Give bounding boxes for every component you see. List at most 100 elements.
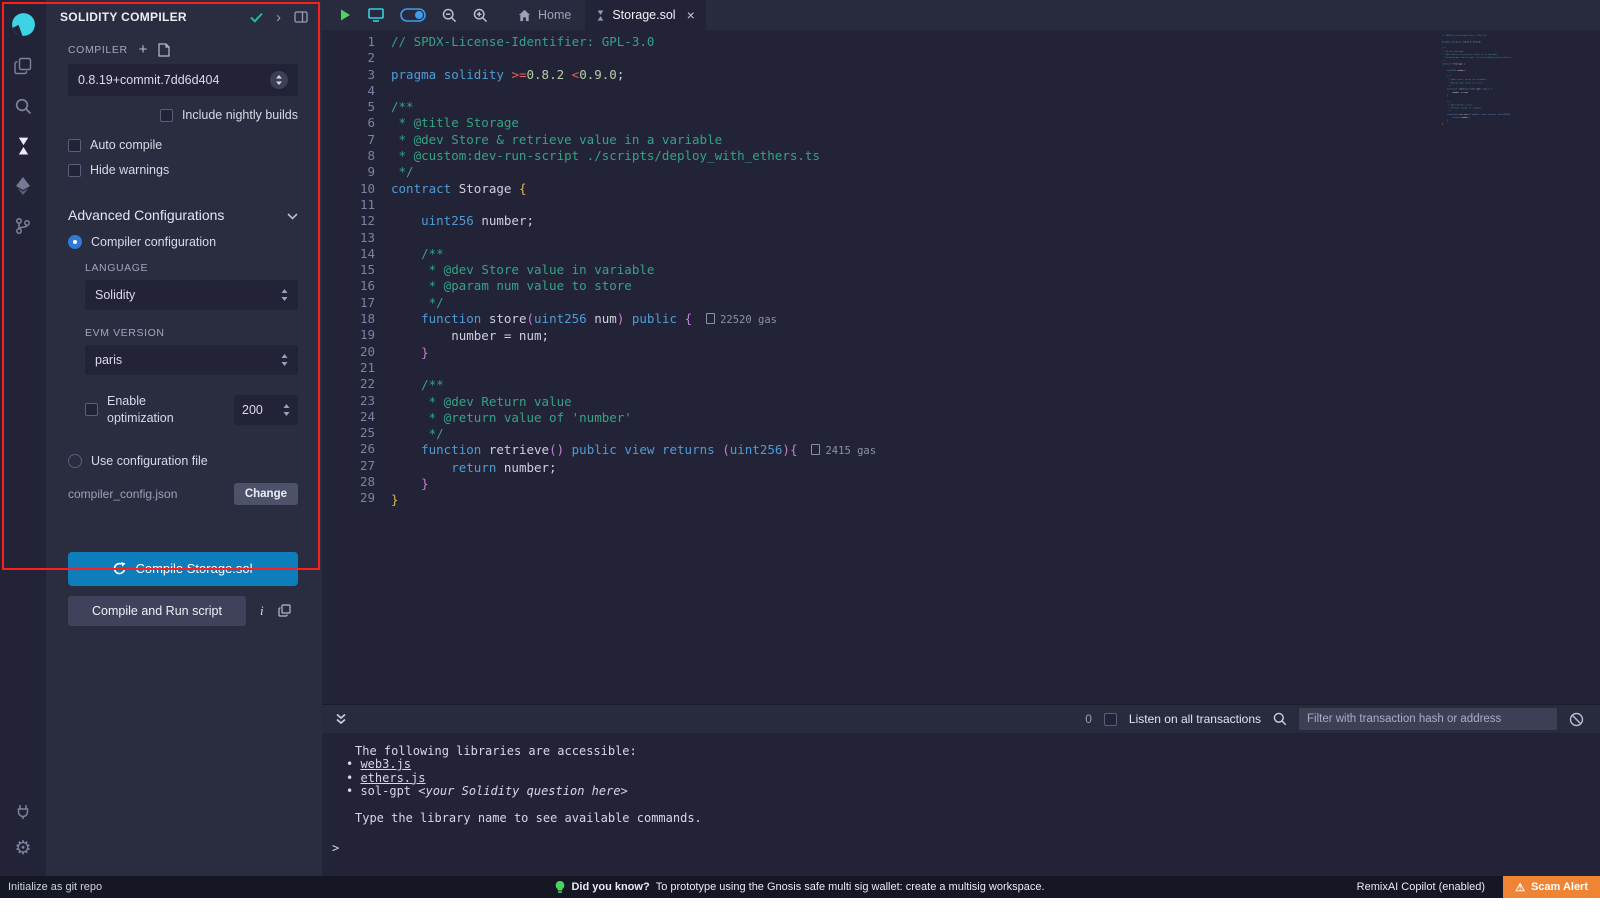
use-configuration-file-row: Use configuration file bbox=[68, 454, 298, 468]
publish-monitor-icon[interactable] bbox=[368, 8, 384, 22]
optimization-row: Enable optimization 200 bbox=[85, 393, 298, 427]
warning-icon: ⚠ bbox=[1515, 881, 1525, 894]
evm-version-value: paris bbox=[95, 353, 122, 367]
include-nightly-row: Include nightly builds bbox=[68, 108, 298, 122]
terminal-output[interactable]: The following libraries are accessible: … bbox=[322, 733, 1600, 876]
spinner-carets-icon bbox=[283, 404, 290, 416]
clear-console-icon[interactable] bbox=[1569, 712, 1584, 727]
icon-sidebar: ⚙ bbox=[0, 0, 46, 876]
use-configuration-file-radio[interactable] bbox=[68, 454, 82, 468]
close-tab-icon[interactable]: × bbox=[687, 8, 695, 22]
plugin-manager-icon[interactable] bbox=[0, 794, 46, 830]
page-bottom-margin bbox=[0, 898, 1600, 916]
enable-optimization-checkbox[interactable] bbox=[85, 403, 98, 416]
select-carets-icon bbox=[281, 289, 288, 301]
zoom-in-icon[interactable] bbox=[473, 8, 488, 23]
compile-success-check-icon bbox=[250, 12, 263, 23]
evm-version-select[interactable]: paris bbox=[85, 345, 298, 375]
add-compiler-icon[interactable]: + bbox=[139, 42, 148, 57]
listen-transactions-checkbox[interactable] bbox=[1104, 713, 1117, 726]
transaction-count-badge: 0 bbox=[1085, 712, 1092, 726]
git-icon[interactable] bbox=[0, 206, 46, 246]
info-icon[interactable]: i bbox=[260, 603, 264, 619]
hide-warnings-checkbox[interactable] bbox=[68, 164, 81, 177]
transaction-filter-input[interactable] bbox=[1299, 708, 1557, 730]
compile-run-row: Compile and Run script i bbox=[68, 596, 298, 626]
auto-compile-row: Auto compile bbox=[68, 138, 298, 152]
status-bar: Initialize as git repo Did you know? To … bbox=[0, 876, 1600, 898]
run-controls bbox=[322, 0, 504, 30]
refresh-icon bbox=[113, 562, 126, 575]
did-you-know-label: Did you know? bbox=[571, 881, 649, 893]
compile-and-run-button[interactable]: Compile and Run script bbox=[68, 596, 246, 626]
compiler-version-value: 0.8.19+commit.7dd6d404 bbox=[78, 73, 219, 87]
solidity-compiler-panel: SOLIDITY COMPILER › COMPILER + 0.8.19+co… bbox=[46, 0, 322, 876]
compile-button[interactable]: Compile Storage.sol bbox=[68, 552, 298, 586]
language-select[interactable]: Solidity bbox=[85, 280, 298, 310]
hide-warnings-label: Hide warnings bbox=[90, 163, 169, 177]
change-config-button[interactable]: Change bbox=[234, 483, 298, 505]
editor-code[interactable]: // SPDX-License-Identifier: GPL-3.0 prag… bbox=[391, 34, 1430, 509]
web3js-link[interactable]: web3.js bbox=[360, 757, 411, 771]
home-icon bbox=[518, 9, 531, 22]
compiler-section-label: COMPILER bbox=[68, 44, 128, 56]
auto-compile-checkbox[interactable] bbox=[68, 139, 81, 152]
panel-header: SOLIDITY COMPILER › bbox=[46, 0, 322, 34]
run-script-icon[interactable] bbox=[338, 8, 352, 22]
listen-transactions-label: Listen on all transactions bbox=[1129, 712, 1261, 726]
terminal-line: Type the library name to see available c… bbox=[355, 812, 1600, 825]
terminal-prompt[interactable]: > bbox=[332, 842, 1600, 855]
include-nightly-label: Include nightly builds bbox=[182, 108, 298, 122]
file-explorer-icon[interactable] bbox=[0, 46, 46, 86]
did-you-know-text: To prototype using the Gnosis safe multi… bbox=[656, 881, 1045, 893]
chevron-right-icon[interactable]: › bbox=[276, 10, 281, 25]
expand-terminal-icon[interactable] bbox=[332, 713, 348, 725]
search-icon[interactable] bbox=[0, 86, 46, 126]
solidity-compiler-icon[interactable] bbox=[0, 126, 46, 166]
pin-panel-icon[interactable] bbox=[294, 11, 308, 23]
open-file-icon[interactable] bbox=[158, 43, 170, 57]
panel-title: SOLIDITY COMPILER bbox=[60, 10, 237, 24]
terminal-toolbar-right: 0 Listen on all transactions bbox=[1085, 708, 1590, 730]
lightbulb-icon bbox=[555, 881, 565, 894]
toggle-switch-icon[interactable] bbox=[400, 8, 426, 22]
terminal-search-icon[interactable] bbox=[1273, 712, 1287, 726]
tab-home[interactable]: Home bbox=[504, 0, 585, 30]
version-stepper-icon[interactable] bbox=[270, 71, 288, 89]
tab-storage-sol-label: Storage.sol bbox=[612, 8, 675, 22]
solidity-file-icon bbox=[596, 9, 605, 22]
editor-gutter: 1234567891011121314151617181920212223242… bbox=[322, 34, 375, 507]
copy-icon[interactable] bbox=[278, 604, 291, 617]
terminal-toolbar: 0 Listen on all transactions bbox=[322, 704, 1600, 733]
solgpt-hint: <your Solidity question here> bbox=[418, 784, 628, 798]
compiler-section: COMPILER + bbox=[68, 42, 298, 57]
compiler-configuration-radio[interactable] bbox=[68, 235, 82, 249]
status-bar-right: RemixAI Copilot (enabled) ⚠ Scam Alert bbox=[1357, 876, 1600, 898]
terminal-line: web3.js bbox=[346, 758, 1600, 771]
tab-storage-sol[interactable]: Storage.sol × bbox=[585, 0, 705, 30]
language-value: Solidity bbox=[95, 288, 135, 302]
ethersjs-link[interactable]: ethers.js bbox=[360, 771, 425, 785]
deploy-run-icon[interactable] bbox=[0, 166, 46, 206]
zoom-out-icon[interactable] bbox=[442, 8, 457, 23]
scam-alert-badge[interactable]: ⚠ Scam Alert bbox=[1503, 876, 1600, 898]
editor-topbar: Home Storage.sol × bbox=[322, 0, 1600, 30]
copilot-status[interactable]: RemixAI Copilot (enabled) bbox=[1357, 881, 1485, 893]
scam-alert-label: Scam Alert bbox=[1531, 881, 1588, 893]
tab-home-label: Home bbox=[538, 8, 571, 22]
include-nightly-checkbox[interactable] bbox=[160, 109, 173, 122]
hide-warnings-row: Hide warnings bbox=[68, 163, 298, 177]
compiler-configuration-row: Compiler configuration bbox=[68, 235, 298, 249]
editor-minimap-content: // SPDX-License-Identifier: GPL-3.0 prag… bbox=[1442, 34, 1512, 125]
editor-minimap[interactable]: // SPDX-License-Identifier: GPL-3.0 prag… bbox=[1442, 34, 1512, 164]
compiler-version-select[interactable]: 0.8.19+commit.7dd6d404 bbox=[68, 64, 298, 96]
settings-gear-icon[interactable]: ⚙ bbox=[0, 830, 46, 866]
remix-logo-icon[interactable] bbox=[0, 2, 46, 46]
compiler-configuration-label: Compiler configuration bbox=[91, 235, 216, 249]
git-init-status[interactable]: Initialize as git repo bbox=[8, 881, 102, 893]
advanced-configurations-toggle[interactable]: Advanced Configurations bbox=[68, 207, 298, 223]
code-editor[interactable]: 1234567891011121314151617181920212223242… bbox=[322, 30, 1600, 704]
terminal-line: sol-gpt <your Solidity question here> bbox=[346, 785, 1600, 798]
compile-button-label: Compile Storage.sol bbox=[135, 561, 252, 576]
optimization-runs-input[interactable]: 200 bbox=[234, 395, 298, 425]
